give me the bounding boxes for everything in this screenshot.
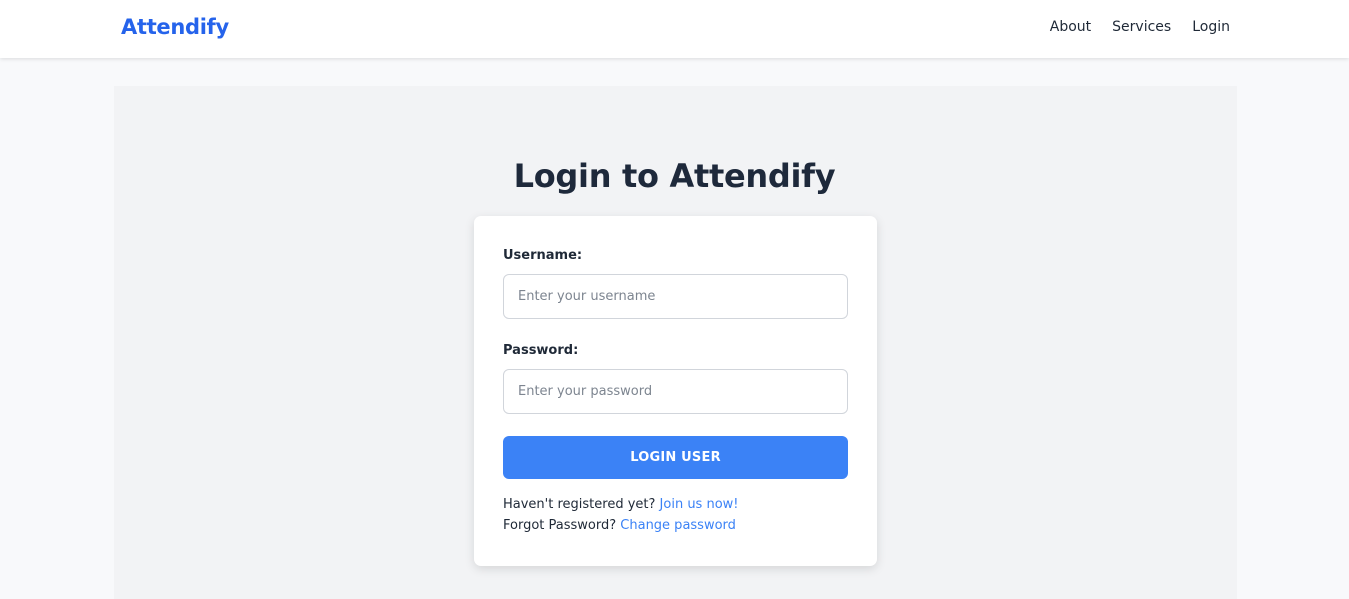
brand-logo-link[interactable]: Attendify xyxy=(121,15,229,39)
username-label: Username: xyxy=(503,248,583,263)
register-prompt-text: Haven't registered yet? xyxy=(503,497,656,512)
page-title: Login to Attendify xyxy=(513,157,836,195)
username-input[interactable] xyxy=(503,274,848,319)
top-navbar: Attendify About Services Login xyxy=(0,0,1349,58)
login-form-card: Username: Password: LOGIN USER Haven't r… xyxy=(474,216,877,566)
change-password-link[interactable]: Change password xyxy=(620,518,736,533)
password-input[interactable] xyxy=(503,369,848,414)
forgot-password-line: Forgot Password? Change password xyxy=(503,518,736,533)
nav-link-services[interactable]: Services xyxy=(1112,19,1171,35)
forgot-password-text: Forgot Password? xyxy=(503,518,617,533)
register-prompt-line: Haven't registered yet? Join us now! xyxy=(503,497,739,512)
nav-links: About Services Login xyxy=(1050,19,1230,35)
login-user-button[interactable]: LOGIN USER xyxy=(503,436,848,479)
nav-link-login[interactable]: Login xyxy=(1192,19,1230,35)
nav-link-about[interactable]: About xyxy=(1050,19,1091,35)
join-us-link[interactable]: Join us now! xyxy=(660,497,739,512)
password-label: Password: xyxy=(503,343,579,358)
